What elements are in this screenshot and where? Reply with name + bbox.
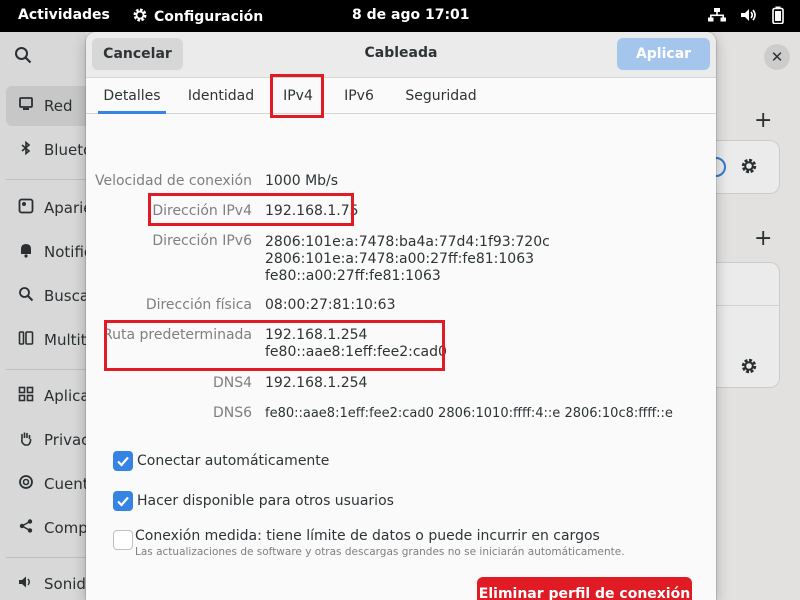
route-highlight	[104, 320, 445, 371]
mac-label: Dirección física	[145, 297, 252, 313]
details-panel: Velocidad de conexión 1000 Mb/s Direcció…	[86, 115, 716, 600]
tab-seguridad[interactable]: Seguridad	[402, 78, 480, 114]
metered-checkbox[interactable]	[113, 530, 133, 550]
volume-icon	[740, 7, 758, 27]
dns6-value: fe80::aae8:1eff:fee2:cad0 2806:1010:ffff…	[265, 406, 673, 421]
ipv4-tab-highlight	[270, 74, 324, 118]
apply-button[interactable]: Aplicar	[617, 38, 710, 70]
system-tray[interactable]	[708, 6, 784, 28]
tab-detalles[interactable]: Detalles	[98, 78, 166, 114]
connection-dialog: Cancelar Cableada Aplicar Detalles Ident…	[86, 32, 716, 600]
dialog-header: Cancelar Cableada Aplicar	[86, 32, 716, 78]
ipv6-value: fe80::a00:27ff:fe81:1063	[265, 268, 441, 284]
checkmark-icon	[117, 496, 129, 507]
delete-profile-button[interactable]: Eliminar perfil de conexión	[477, 577, 692, 600]
checkmark-icon	[117, 456, 129, 467]
ipv6-value: 2806:101e:a:7478:a00:27ff:fe81:1063	[265, 251, 535, 267]
dns4-label: DNS4	[212, 375, 252, 391]
speed-value: 1000 Mb/s	[265, 173, 339, 189]
activities-button[interactable]: Actividades	[18, 7, 110, 23]
app-menu-label: Configuración	[154, 9, 264, 25]
auto-connect-checkbox[interactable]	[113, 451, 133, 471]
auto-connect-label[interactable]: Conectar automáticamente	[137, 453, 329, 469]
network-wired-icon	[708, 7, 726, 27]
app-menu[interactable]: Configuración	[132, 7, 263, 27]
tab-ipv6[interactable]: IPv6	[339, 78, 379, 114]
ipv6-label: Dirección IPv6	[152, 233, 252, 249]
clock[interactable]: 8 de ago 17:01	[352, 7, 470, 23]
top-bar: Actividades Configuración 8 de ago 17:01	[0, 0, 800, 32]
ipv6-values: 2806:101e:a:7478:ba4a:77d4:1f93:720c 280…	[265, 234, 550, 285]
speed-label: Velocidad de conexión	[94, 173, 252, 189]
dns6-label: DNS6	[212, 405, 252, 421]
tab-bar: Detalles Identidad IPv4 IPv6 Seguridad	[86, 78, 716, 114]
share-checkbox[interactable]	[113, 491, 133, 511]
metered-sublabel: Las actualizaciones de software y otras …	[135, 546, 625, 558]
dns4-value: 192.168.1.254	[265, 375, 368, 391]
tab-identidad[interactable]: Identidad	[184, 78, 258, 114]
ipv6-value: 2806:101e:a:7478:ba4a:77d4:1f93:720c	[265, 234, 550, 250]
battery-icon	[772, 6, 784, 28]
gear-icon	[132, 7, 148, 27]
ipv4-highlight	[148, 193, 354, 226]
share-label[interactable]: Hacer disponible para otros usuarios	[137, 493, 394, 509]
metered-label[interactable]: Conexión medida: tiene límite de datos o…	[135, 528, 600, 544]
mac-value: 08:00:27:81:10:63	[265, 297, 396, 313]
